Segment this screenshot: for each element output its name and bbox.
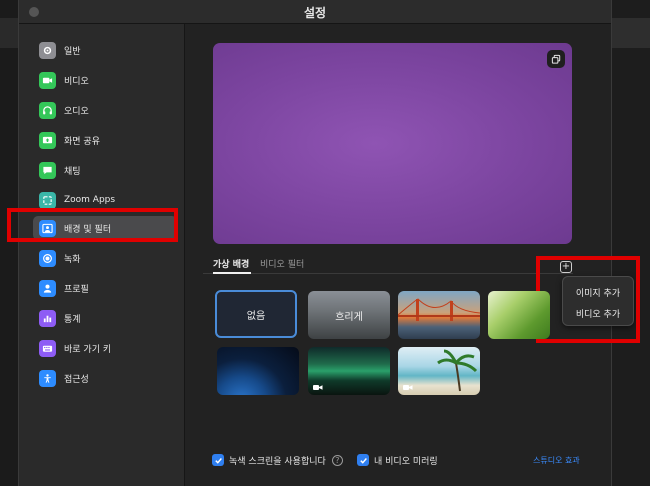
apps-icon: [39, 191, 56, 209]
video-camera-icon: [39, 71, 56, 89]
video-badge-icon: [403, 385, 413, 390]
background-thumb-blur[interactable]: 흐리게: [308, 291, 390, 339]
sidebar-item-statistics[interactable]: 통계: [33, 306, 177, 330]
green-screen-checkbox[interactable]: [212, 454, 224, 466]
video-badge-icon: [313, 385, 323, 390]
rotate-camera-icon: [551, 54, 560, 64]
background-thumb-beach[interactable]: [398, 347, 480, 395]
accessibility-icon: [39, 369, 56, 387]
record-icon: [39, 249, 56, 267]
background-thumb-label: 흐리게: [335, 311, 363, 323]
sidebar-item-label: 일반: [64, 46, 81, 57]
checkmark-icon: [214, 457, 222, 464]
sidebar-item-label: 통계: [64, 314, 81, 325]
sidebar-item-label: 바로 가기 키: [64, 344, 112, 355]
camera-switch-button[interactable]: [547, 50, 565, 68]
studio-effects-link[interactable]: 스튜디오 효과: [533, 455, 580, 466]
tab-virtual-background[interactable]: 가상 배경: [213, 257, 249, 270]
sidebar-item-label: 오디오: [64, 106, 89, 117]
sidebar: 일반 비디오 오디오 화면 공유 채팅 Zoom Apps 배경 및 필터 녹화…: [19, 24, 185, 486]
sidebar-item-label: 프로필: [64, 284, 89, 295]
sidebar-item-share-screen[interactable]: 화면 공유: [33, 128, 177, 152]
bar-chart-icon: [39, 309, 56, 327]
background-thumb-label: 없음: [246, 310, 266, 322]
sidebar-item-video[interactable]: 비디오: [33, 68, 177, 92]
gear-icon: [39, 41, 56, 59]
window-title: 설정: [303, 6, 327, 20]
sidebar-item-shortcuts[interactable]: 바로 가기 키: [33, 336, 177, 360]
video-preview: [213, 43, 572, 244]
help-icon[interactable]: ?: [331, 454, 343, 466]
background-thumb-grass[interactable]: [488, 291, 550, 339]
sidebar-item-recording[interactable]: 녹화: [33, 246, 177, 270]
bridge-illustration: [398, 298, 480, 321]
sidebar-item-profile[interactable]: 프로필: [33, 276, 177, 300]
sidebar-item-label: 비디오: [64, 76, 89, 87]
title-bar: 설정: [19, 0, 611, 24]
background-right-strip: [612, 0, 650, 486]
tab-active-underline: [213, 272, 251, 274]
sidebar-item-label: 화면 공유: [64, 136, 100, 147]
sidebar-item-label: 접근성: [64, 374, 89, 385]
background-thumb-golden-gate[interactable]: [398, 291, 480, 339]
mirror-video-option[interactable]: 내 비디오 미러링: [357, 453, 438, 467]
green-screen-option[interactable]: 녹색 스크린을 사용합니다 ?: [212, 453, 343, 467]
tab-video-filters[interactable]: 비디오 필터: [260, 257, 304, 270]
sidebar-item-general[interactable]: 일반: [33, 38, 177, 62]
background-thumb-aurora[interactable]: [308, 347, 390, 395]
sidebar-item-label: 채팅: [64, 166, 81, 177]
background-thumb-earth[interactable]: [217, 347, 299, 395]
keyboard-icon: [39, 339, 56, 357]
share-screen-icon: [39, 131, 56, 149]
highlight-box-sidebar: [7, 208, 178, 242]
person-icon: [39, 279, 56, 297]
highlight-box-menu: [536, 256, 640, 343]
sidebar-item-accessibility[interactable]: 접근성: [33, 366, 177, 390]
green-screen-label: 녹색 스크린을 사용합니다: [229, 456, 326, 467]
headphones-icon: [39, 101, 56, 119]
tab-divider: [203, 273, 573, 274]
chat-bubble-icon: [39, 161, 56, 179]
mirror-video-label: 내 비디오 미러링: [374, 456, 438, 467]
background-thumb-none[interactable]: 없음: [215, 290, 297, 338]
mirror-video-checkbox[interactable]: [357, 454, 369, 466]
sidebar-item-label: Zoom Apps: [64, 195, 116, 205]
checkmark-icon: [359, 457, 367, 464]
sidebar-item-audio[interactable]: 오디오: [33, 98, 177, 122]
sidebar-item-label: 녹화: [64, 254, 81, 265]
sidebar-item-chat[interactable]: 채팅: [33, 158, 177, 182]
